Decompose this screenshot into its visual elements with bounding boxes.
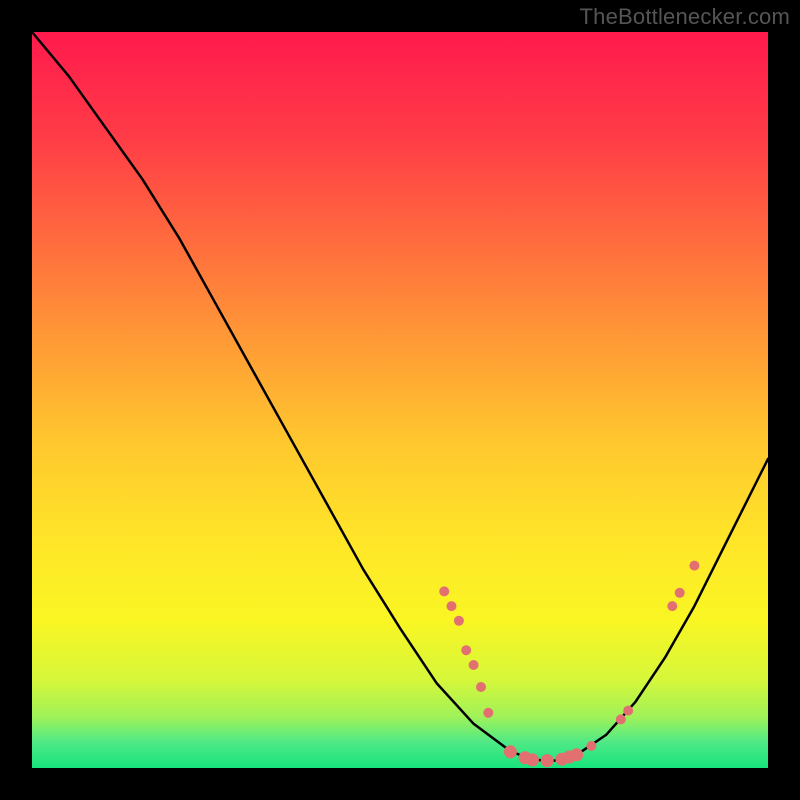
data-point-marker <box>476 682 486 692</box>
data-point-marker <box>461 645 471 655</box>
data-point-marker <box>483 708 493 718</box>
data-point-marker <box>504 745 517 758</box>
data-point-marker <box>541 754 554 767</box>
data-point-marker <box>454 616 464 626</box>
data-point-marker <box>616 714 626 724</box>
data-point-marker <box>586 741 596 751</box>
data-point-marker <box>623 706 633 716</box>
data-point-marker <box>439 586 449 596</box>
chart-stage: { "attribution": "TheBottlenecker.com", … <box>0 0 800 800</box>
data-point-marker <box>667 601 677 611</box>
plot-gradient-background <box>32 32 768 768</box>
data-point-marker <box>570 748 583 761</box>
data-point-marker <box>526 753 539 766</box>
data-point-marker <box>689 561 699 571</box>
bottleneck-curve-chart <box>0 0 800 800</box>
data-point-marker <box>447 601 457 611</box>
data-point-marker <box>675 588 685 598</box>
data-point-marker <box>469 660 479 670</box>
